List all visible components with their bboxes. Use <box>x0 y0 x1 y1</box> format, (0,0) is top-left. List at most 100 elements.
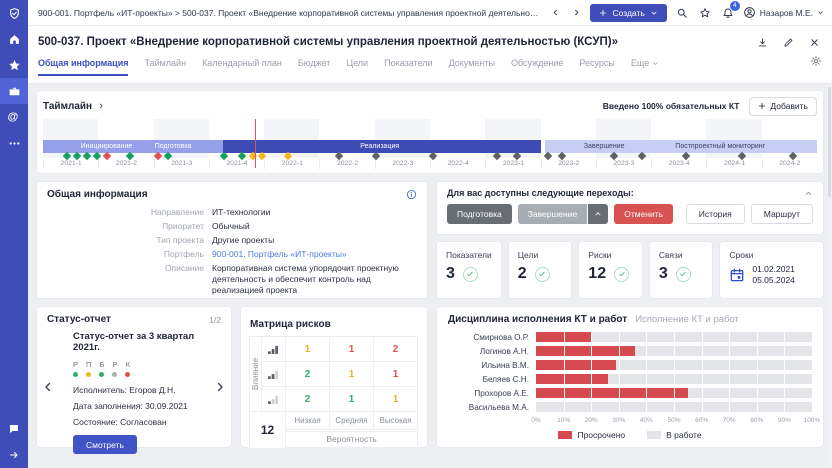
risk-matrix-cell[interactable]: 1 <box>329 386 374 412</box>
impact-axis-label: Влияние <box>249 336 262 412</box>
timeline-quarter-label: 2021-3 <box>154 159 209 169</box>
sidebar-item-home[interactable] <box>0 26 28 52</box>
tab-1[interactable]: Общая информация <box>38 54 128 76</box>
tab-10[interactable]: Еще <box>631 54 659 76</box>
scrollbar[interactable] <box>827 85 832 468</box>
view-report-button[interactable]: Смотреть <box>73 435 137 454</box>
notifications-button[interactable]: 4 <box>720 5 736 21</box>
tab-2[interactable]: Таймлайн <box>144 54 186 76</box>
tab-9[interactable]: Ресурсы <box>579 54 615 76</box>
risk-matrix-cell[interactable]: 1 <box>373 386 418 412</box>
risk-matrix-cell[interactable]: 1 <box>329 361 374 387</box>
x-tick-label: 60% <box>695 417 708 424</box>
sidebar-item-more[interactable] <box>0 130 28 156</box>
x-tick-label: 30% <box>612 417 625 424</box>
app-logo[interactable] <box>0 0 28 26</box>
probability-header: Низкая <box>285 411 330 430</box>
impact-level-2-icon <box>261 361 286 387</box>
chart-row: Смирнова О.Р. <box>448 332 812 342</box>
sidebar-item-favorites[interactable] <box>0 52 28 78</box>
risk-matrix-cell[interactable]: 2 <box>285 361 330 387</box>
tab-4[interactable]: Бюджет <box>298 54 331 76</box>
tab-8[interactable]: Обсуждение <box>511 54 563 76</box>
arrow-right-icon <box>8 449 20 461</box>
sidebar-item-projects[interactable] <box>0 78 28 104</box>
discipline-chart[interactable]: Смирнова О.Р.Логинов А.Н.Ильина В.М.Беля… <box>448 332 812 412</box>
info-icon[interactable] <box>406 189 417 200</box>
chart-row: Логинов А.Н. <box>448 346 812 356</box>
chart-gridlines <box>536 332 812 412</box>
legend-swatch <box>558 431 572 439</box>
status-report-card: Статус-отчет 1/2 Статус-отчет за 3 кварт… <box>36 306 232 448</box>
tab-7[interactable]: Документы <box>449 54 495 76</box>
probability-axis-label: Вероятность <box>285 431 418 448</box>
chevron-left-icon <box>551 8 560 17</box>
search-button[interactable] <box>674 5 690 21</box>
scrollbar-thumb[interactable] <box>828 87 831 197</box>
risk-matrix-cell[interactable]: 2 <box>373 336 418 362</box>
stat-value: 3 <box>446 265 455 283</box>
close-button[interactable] <box>806 34 822 50</box>
favorites-button[interactable] <box>697 5 713 21</box>
stat-card-dates[interactable]: Сроки 01.02.202105.05.2024 <box>719 241 824 299</box>
breadcrumb[interactable]: 900-001. Портфель «ИТ-проекты» > 500-037… <box>38 8 540 18</box>
calendar-icon <box>729 267 745 283</box>
discipline-chart-card: Дисциплина исполнения КТ и работ Исполне… <box>436 306 824 448</box>
field-value-link[interactable]: 900-001. Портфель «ИТ-проекты» <box>212 249 347 260</box>
risk-matrix-cell[interactable]: 1 <box>373 361 418 387</box>
page-header: 500-037. Проект «Внедрение корпоративной… <box>28 26 832 84</box>
history-forward-button[interactable] <box>569 6 583 20</box>
transition-button-3[interactable]: Отменить <box>614 204 673 224</box>
create-button[interactable]: Создать <box>590 4 666 22</box>
tab-6[interactable]: Показатели <box>384 54 432 76</box>
tab-5[interactable]: Цели <box>346 54 368 76</box>
general-info-card: Общая информация НаправлениеИТ-технологи… <box>36 181 428 299</box>
plus-icon <box>599 9 607 17</box>
indicator-4: Р <box>112 360 117 377</box>
timeline-quarter-label: 2022-2 <box>319 159 374 169</box>
timeline-quarter-label: 2023-2 <box>541 159 596 169</box>
risk-matrix-cell[interactable]: 1 <box>285 336 330 362</box>
secondary-button-1[interactable]: История <box>686 204 745 224</box>
add-milestone-button[interactable]: Добавить <box>749 97 817 116</box>
user-menu[interactable]: Назаров М.Е. <box>743 6 824 19</box>
timeline-title-link[interactable]: Таймлайн <box>43 101 105 112</box>
field-value: Корпоративная система упорядочит проектн… <box>212 263 417 296</box>
sidebar-item-dashboards[interactable]: @ <box>0 104 28 130</box>
timeline-quarter-label: 2022-3 <box>375 159 430 169</box>
stat-card-1[interactable]: Показатели3 <box>436 241 502 299</box>
transition-caret-button[interactable] <box>588 204 608 224</box>
settings-button[interactable] <box>810 55 822 76</box>
stat-card-3[interactable]: Риски12 <box>578 241 643 299</box>
carousel-prev-button[interactable] <box>41 380 55 394</box>
sidebar-collapse-sidebar-button[interactable] <box>0 442 28 468</box>
carousel-next-button[interactable] <box>213 380 227 394</box>
main-content: Таймлайн Введено 100% обязательных КТ До… <box>28 84 832 468</box>
chat-bubble-icon <box>8 423 20 435</box>
x-tick-label: 70% <box>723 417 736 424</box>
sidebar-chat-button[interactable] <box>0 416 28 442</box>
timeline-quarter-label: 2022-1 <box>264 159 319 169</box>
project-dates: 01.02.202105.05.2024 <box>752 264 795 286</box>
risk-matrix-cell[interactable]: 1 <box>329 336 374 362</box>
tab-label: Обсуждение <box>511 58 563 68</box>
tab-3[interactable]: Календарный план <box>202 54 282 76</box>
transition-button-2[interactable]: Завершение <box>518 204 587 224</box>
history-back-button[interactable] <box>548 6 562 20</box>
timeline-chart[interactable]: 2021-12021-22021-32021-42022-12022-22022… <box>43 119 817 169</box>
edit-button[interactable] <box>780 34 796 50</box>
collapse-panel-icon[interactable] <box>804 189 813 198</box>
secondary-button-2[interactable]: Маршрут <box>751 204 813 224</box>
stat-label: Сроки <box>729 250 814 260</box>
risk-matrix-grid[interactable]: Влияние11221121112НизкаяСредняяВысокаяВе… <box>250 337 418 449</box>
legend-swatch <box>647 431 661 439</box>
stat-card-4[interactable]: Связи3 <box>649 241 714 299</box>
briefcase-icon <box>8 85 21 98</box>
risk-matrix-cell[interactable]: 2 <box>285 386 330 412</box>
stat-card-2[interactable]: Цели2 <box>508 241 573 299</box>
timeline-quarter-label: 2024-1 <box>706 159 761 169</box>
chart-bar-overdue <box>536 388 688 398</box>
transition-button-1[interactable]: Подготовка <box>447 204 512 224</box>
download-button[interactable] <box>754 34 770 50</box>
gridline <box>619 332 620 412</box>
